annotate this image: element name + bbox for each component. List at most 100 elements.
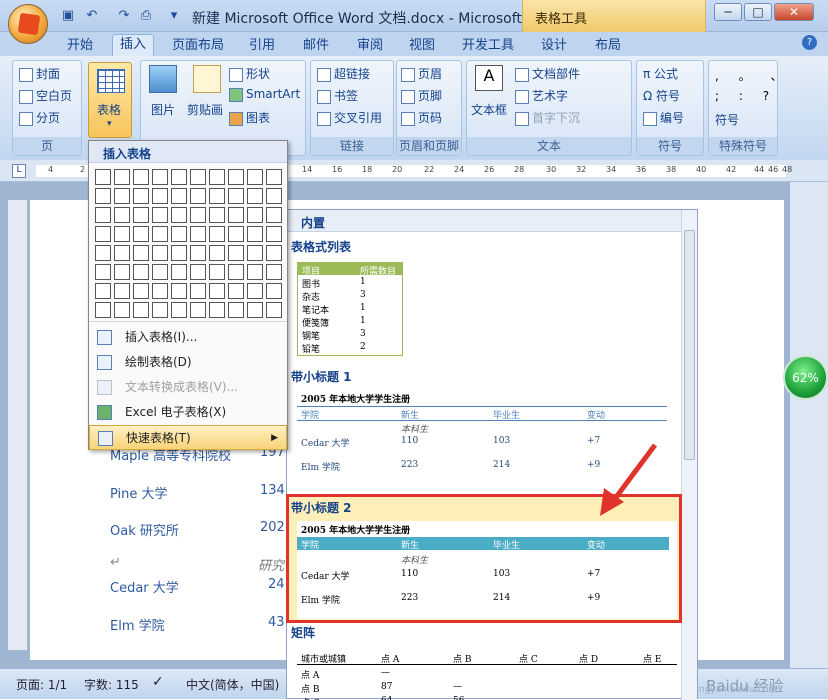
grid-cell[interactable] (171, 264, 187, 280)
grid-cell[interactable] (209, 245, 225, 261)
grid-cell[interactable] (152, 226, 168, 242)
grid-cell[interactable] (247, 245, 263, 261)
cover-page-button[interactable]: 封面 (19, 65, 60, 82)
grid-cell[interactable] (152, 169, 168, 185)
equation-button[interactable]: π 公式 (643, 65, 678, 82)
grid-cell[interactable] (247, 207, 263, 223)
grid-cell[interactable] (171, 245, 187, 261)
symbol-button[interactable]: Ω 符号 (643, 87, 680, 104)
table-size-grid[interactable] (95, 169, 282, 318)
grid-cell[interactable] (133, 264, 149, 280)
redo-icon[interactable]: ↷ (116, 8, 132, 24)
grid-cell[interactable] (190, 283, 206, 299)
grid-cell[interactable] (95, 283, 111, 299)
grid-cell[interactable] (152, 207, 168, 223)
grid-cell[interactable] (95, 226, 111, 242)
grid-cell[interactable] (95, 245, 111, 261)
tab-references[interactable]: 引用 (242, 36, 282, 56)
grid-cell[interactable] (247, 302, 263, 318)
zoom-badge[interactable]: 62% (783, 355, 828, 400)
grid-cell[interactable] (114, 169, 130, 185)
tab-home[interactable]: 开始 (60, 36, 100, 56)
page-break-button[interactable]: 分页 (19, 109, 60, 126)
grid-cell[interactable] (209, 188, 225, 204)
save-icon[interactable]: ▣ (60, 8, 76, 24)
grid-cell[interactable] (247, 264, 263, 280)
grid-cell[interactable] (266, 283, 282, 299)
grid-cell[interactable] (247, 169, 263, 185)
shapes-button[interactable]: 形状 (229, 65, 270, 82)
grid-cell[interactable] (133, 226, 149, 242)
minimize-button[interactable]: ─ (714, 3, 742, 21)
section-matrix[interactable]: 矩阵 (291, 624, 315, 641)
grid-cell[interactable] (114, 207, 130, 223)
textbox-icon[interactable]: A (475, 65, 503, 91)
grid-cell[interactable] (266, 169, 282, 185)
gallery-scrollbar[interactable] (681, 210, 697, 700)
grid-cell[interactable] (266, 302, 282, 318)
grid-cell[interactable] (114, 245, 130, 261)
text-to-table-item[interactable]: 文本转换成表格(V)... (89, 375, 287, 400)
grid-cell[interactable] (171, 226, 187, 242)
grid-cell[interactable] (171, 169, 187, 185)
special-row-1[interactable]: , 。 、 (715, 67, 790, 84)
grid-cell[interactable] (247, 226, 263, 242)
grid-cell[interactable] (190, 245, 206, 261)
grid-cell[interactable] (114, 188, 130, 204)
header-button[interactable]: 页眉 (401, 65, 442, 82)
grid-cell[interactable] (190, 264, 206, 280)
print-preview-icon[interactable]: ⎙ (138, 8, 154, 24)
grid-cell[interactable] (228, 283, 244, 299)
special-row-2[interactable]: ; : ? (715, 89, 777, 103)
grid-cell[interactable] (171, 283, 187, 299)
section-subheading-1[interactable]: 带小标题 1 (291, 368, 352, 385)
insert-table-item[interactable]: 插入表格(I)... (89, 325, 287, 350)
chart-button[interactable]: 图表 (229, 109, 270, 126)
wordart-button[interactable]: 艺术字 (515, 87, 568, 104)
grid-cell[interactable] (247, 283, 263, 299)
grid-cell[interactable] (95, 188, 111, 204)
grid-cell[interactable] (133, 245, 149, 261)
tab-review[interactable]: 审阅 (350, 36, 390, 56)
grid-cell[interactable] (228, 245, 244, 261)
grid-cell[interactable] (266, 264, 282, 280)
footer-button[interactable]: 页脚 (401, 87, 442, 104)
drop-cap-button[interactable]: 首字下沉 (515, 109, 580, 126)
grid-cell[interactable] (209, 169, 225, 185)
grid-cell[interactable] (114, 226, 130, 242)
grid-cell[interactable] (114, 302, 130, 318)
undo-icon[interactable]: ↶ (84, 8, 100, 24)
tab-design[interactable]: 设计 (534, 36, 574, 56)
excel-sheet-item[interactable]: Excel 电子表格(X) (89, 400, 287, 425)
help-icon[interactable]: ? (802, 35, 817, 50)
tab-stop-icon[interactable]: L (12, 164, 26, 178)
grid-cell[interactable] (133, 302, 149, 318)
close-button[interactable]: ✕ (774, 3, 814, 21)
grid-cell[interactable] (228, 188, 244, 204)
quick-parts-button[interactable]: 文档部件 (515, 65, 580, 82)
grid-cell[interactable] (190, 207, 206, 223)
grid-cell[interactable] (190, 188, 206, 204)
grid-cell[interactable] (209, 264, 225, 280)
matrix-preview[interactable]: 城市或城镇 点 A 点 B 点 C 点 D 点 E 点 A— 点 B87— 点 … (297, 646, 677, 700)
grid-cell[interactable] (133, 188, 149, 204)
grid-cell[interactable] (95, 207, 111, 223)
section-tabular-list[interactable]: 表格式列表 (291, 238, 351, 255)
cross-ref-button[interactable]: 交叉引用 (317, 109, 382, 126)
tab-view[interactable]: 视图 (402, 36, 442, 56)
status-words[interactable]: 字数: 115 (84, 676, 139, 693)
gallery-scroll-thumb[interactable] (684, 230, 695, 460)
grid-cell[interactable] (171, 188, 187, 204)
grid-cell[interactable] (228, 207, 244, 223)
customize-qat-icon[interactable]: ▾ (166, 8, 182, 24)
grid-cell[interactable] (228, 169, 244, 185)
maximize-button[interactable]: □ (744, 3, 772, 21)
grid-cell[interactable] (152, 302, 168, 318)
tab-developer[interactable]: 开发工具 (456, 36, 520, 56)
tab-insert[interactable]: 插入 (112, 34, 154, 56)
numbering-button[interactable]: 编号 (643, 109, 684, 126)
office-button[interactable] (8, 4, 48, 44)
vertical-ruler[interactable] (8, 200, 28, 650)
grid-cell[interactable] (114, 264, 130, 280)
page-number-button[interactable]: 页码 (401, 109, 442, 126)
